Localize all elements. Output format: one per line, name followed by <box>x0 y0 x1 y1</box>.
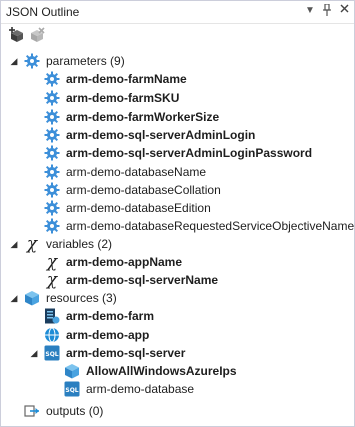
collapse-arrow-icon[interactable]: ◢ <box>9 51 19 71</box>
tree-item-resource[interactable]: arm-demo-app <box>1 325 354 345</box>
tree-item-variable[interactable]: χ arm-demo-sql-serverName <box>1 270 354 290</box>
gear-icon <box>44 109 60 125</box>
tree-item-parameter[interactable]: arm-demo-databaseCollation <box>1 180 354 200</box>
sql-server-icon: SQL <box>44 345 60 361</box>
tree-node-label: variables (2) <box>46 237 113 251</box>
gear-icon <box>44 71 60 87</box>
tree-item-label: arm-demo-sql-serverAdminLoginPassword <box>66 146 313 160</box>
tree-item-label: arm-demo-databaseCollation <box>66 183 221 197</box>
gear-icon <box>44 200 60 216</box>
tree-item-parameter[interactable]: arm-demo-databaseEdition <box>1 198 354 218</box>
json-outline-panel: JSON Outline ▼ ◢ parameters (9) arm-demo… <box>0 0 355 427</box>
tree-item-parameter[interactable]: arm-demo-sql-serverAdminLoginPassword <box>1 143 354 163</box>
tree-item-variable[interactable]: χ arm-demo-appName <box>1 252 354 272</box>
tree-item-label: arm-demo-farm <box>66 309 155 323</box>
tree-item-label: arm-demo-databaseRequestedServiceObjecti… <box>66 219 355 233</box>
gear-icon <box>44 90 60 106</box>
tree-item-label: AllowAllWindowsAzureIps <box>86 364 237 378</box>
add-resource-icon[interactable] <box>9 27 25 43</box>
tree-node-label: parameters (9) <box>46 54 125 68</box>
gear-icon <box>44 145 60 161</box>
tree-item-label: arm-demo-farmWorkerSize <box>66 110 220 124</box>
tree-item-label: arm-demo-app <box>66 328 150 342</box>
web-app-icon <box>44 327 60 343</box>
tree-item-resource[interactable]: arm-demo-farm <box>1 306 354 326</box>
collapse-arrow-icon[interactable]: ◢ <box>29 343 39 363</box>
variable-icon: χ <box>46 252 58 272</box>
pin-icon[interactable] <box>320 3 334 18</box>
server-farm-icon <box>44 308 60 324</box>
tree-item-label: arm-demo-sql-serverName <box>66 273 219 287</box>
toolbar <box>1 24 354 46</box>
tree-node-label: resources (3) <box>46 291 117 305</box>
gear-icon <box>44 164 60 180</box>
title-bar: JSON Outline ▼ <box>1 1 354 24</box>
outputs-icon <box>24 403 40 419</box>
tree-node-outputs[interactable]: outputs (0) <box>1 401 354 421</box>
tree-item-parameter[interactable]: arm-demo-databaseRequestedServiceObjecti… <box>1 216 354 236</box>
tree-item-label: arm-demo-farmName <box>66 72 187 86</box>
collapse-arrow-icon[interactable]: ◢ <box>9 288 19 308</box>
tree-node-resources[interactable]: ◢ resources (3) <box>1 288 354 308</box>
tree-node-parameters[interactable]: ◢ parameters (9) <box>1 51 354 71</box>
panel-title: JSON Outline <box>6 5 80 19</box>
tree-item-label: arm-demo-sql-serverAdminLogin <box>66 128 256 142</box>
gear-icon <box>44 218 60 234</box>
dropdown-arrow-icon[interactable]: ▼ <box>303 4 317 18</box>
tree-item-label: arm-demo-database <box>86 382 195 396</box>
tree-item-label: arm-demo-databaseEdition <box>66 201 211 215</box>
remove-resource-icon[interactable] <box>29 27 45 43</box>
tree-item-parameter[interactable]: arm-demo-farmSKU <box>1 88 354 108</box>
tree-item-label: arm-demo-appName <box>66 255 183 269</box>
tree-item-parameter[interactable]: arm-demo-farmName <box>1 69 354 89</box>
svg-text:SQL: SQL <box>45 351 58 358</box>
tree-item-firewall-rule[interactable]: AllowAllWindowsAzureIps <box>1 361 354 381</box>
sql-database-icon: SQL <box>64 381 80 397</box>
svg-text:SQL: SQL <box>65 387 78 394</box>
tree-item-parameter[interactable]: arm-demo-farmWorkerSize <box>1 107 354 127</box>
tree-item-label: arm-demo-databaseName <box>66 165 207 179</box>
tree-item-label: arm-demo-farmSKU <box>66 91 180 105</box>
tree-node-label: outputs (0) <box>46 404 104 418</box>
tree-item-parameter[interactable]: arm-demo-sql-serverAdminLogin <box>1 125 354 145</box>
tree-item-resource[interactable]: ◢ SQL arm-demo-sql-server <box>1 343 354 363</box>
tree-item-database[interactable]: SQL arm-demo-database <box>1 379 354 399</box>
gear-icon <box>24 53 40 69</box>
variable-icon: χ <box>26 234 38 254</box>
tree-item-parameter[interactable]: arm-demo-databaseName <box>1 162 354 182</box>
gear-icon <box>44 127 60 143</box>
gear-icon <box>44 182 60 198</box>
tree-item-label: arm-demo-sql-server <box>66 346 186 360</box>
cube-icon <box>64 363 80 379</box>
close-icon[interactable] <box>337 4 351 18</box>
tree-node-variables[interactable]: ◢ χ variables (2) <box>1 234 354 254</box>
variable-icon: χ <box>46 270 58 290</box>
cube-icon <box>24 290 40 306</box>
collapse-arrow-icon[interactable]: ◢ <box>9 234 19 254</box>
